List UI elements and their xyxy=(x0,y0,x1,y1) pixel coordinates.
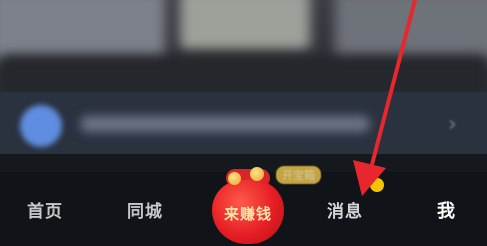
app-screen: › 首页 同城 来赚钱 开宝箱 消息 我 xyxy=(0,0,487,246)
red-arrow-annotation xyxy=(353,0,417,196)
